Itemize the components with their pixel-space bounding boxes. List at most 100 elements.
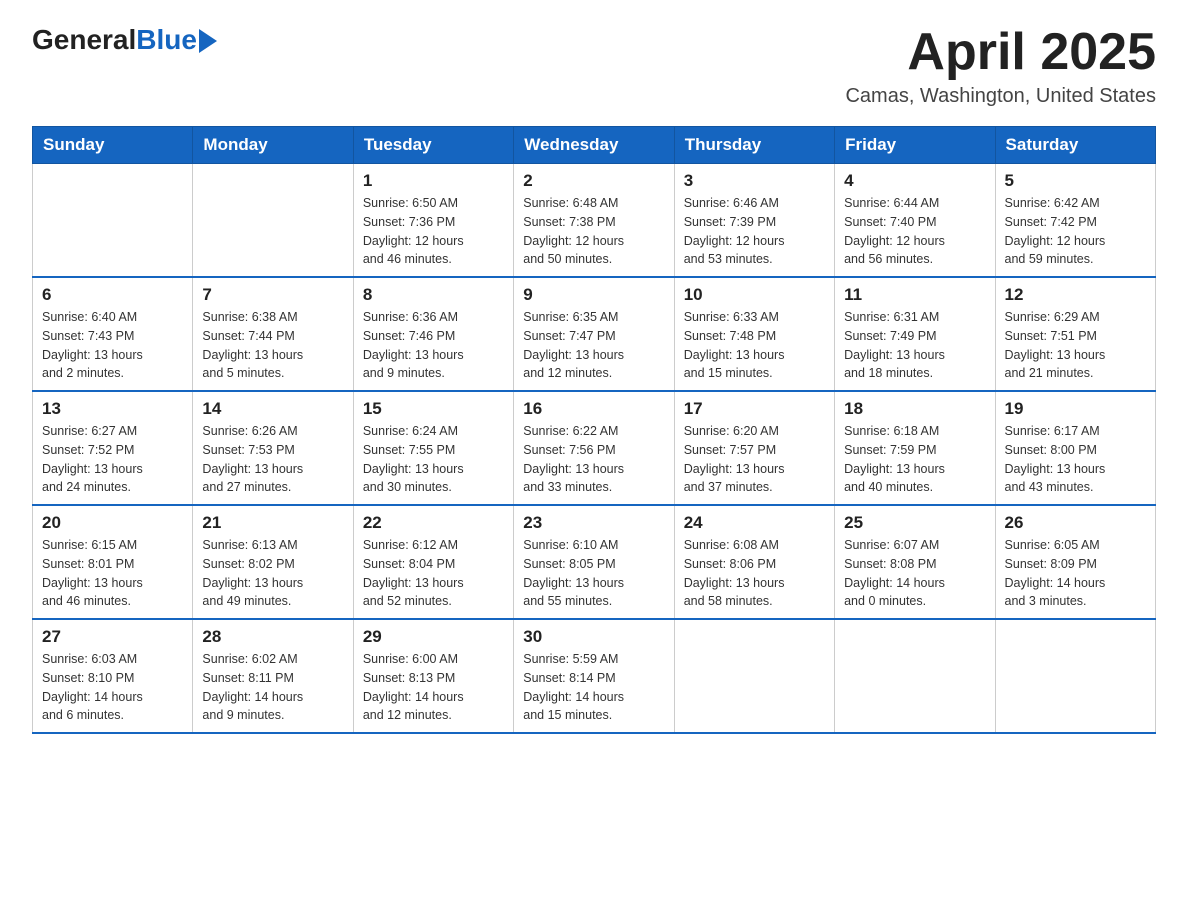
calendar-cell: 8Sunrise: 6:36 AM Sunset: 7:46 PM Daylig… [353,277,513,391]
day-info: Sunrise: 6:50 AM Sunset: 7:36 PM Dayligh… [363,194,504,269]
day-info: Sunrise: 6:42 AM Sunset: 7:42 PM Dayligh… [1005,194,1146,269]
day-info: Sunrise: 6:33 AM Sunset: 7:48 PM Dayligh… [684,308,825,383]
calendar-cell: 13 Sunrise: 6:27 AM Sunset: 7:52 PM Dayli… [33,391,193,505]
day-number: 28 [202,627,343,647]
day-info: Sunrise: 6:18 AM Sunset: 7:59 PM Dayligh… [844,422,985,497]
day-number: 25 [844,513,985,533]
calendar-cell [33,164,193,278]
day-number: 13 [42,399,183,419]
day-info: Sunrise: 6:20 AM Sunset: 7:57 PM Dayligh… [684,422,825,497]
logo: General Blue [32,24,217,56]
calendar-cell: 4 Sunrise: 6:44 AM Sunset: 7:40 PM Daylig… [835,164,995,278]
calendar-week-5: 27 Sunrise: 6:03 AM Sunset: 8:10 PM Dayli… [33,619,1156,733]
page-header: General Blue April 2025 Camas, Washingto… [32,24,1156,108]
calendar-cell: 5 Sunrise: 6:42 AM Sunset: 7:42 PM Daylig… [995,164,1155,278]
calendar-cell: 26 Sunrise: 6:05 AM Sunset: 8:09 PM Dayli… [995,505,1155,619]
calendar-cell: 23Sunrise: 6:10 AM Sunset: 8:05 PM Dayli… [514,505,674,619]
calendar-week-4: 20Sunrise: 6:15 AM Sunset: 8:01 PM Dayli… [33,505,1156,619]
calendar-week-1: 1 Sunrise: 6:50 AM Sunset: 7:36 PM Daylig… [33,164,1156,278]
day-number: 27 [42,627,183,647]
calendar-cell: 18Sunrise: 6:18 AM Sunset: 7:59 PM Dayli… [835,391,995,505]
day-info: Sunrise: 6:05 AM Sunset: 8:09 PM Dayligh… [1005,536,1146,611]
day-number: 9 [523,285,664,305]
calendar-cell: 3 Sunrise: 6:46 AM Sunset: 7:39 PM Daylig… [674,164,834,278]
day-headers-row: SundayMondayTuesdayWednesdayThursdayFrid… [33,127,1156,164]
day-info: Sunrise: 6:03 AM Sunset: 8:10 PM Dayligh… [42,650,183,725]
day-number: 15 [363,399,504,419]
day-info: Sunrise: 6:17 AM Sunset: 8:00 PM Dayligh… [1005,422,1146,497]
calendar-cell: 10 Sunrise: 6:33 AM Sunset: 7:48 PM Dayli… [674,277,834,391]
calendar-cell: 25 Sunrise: 6:07 AM Sunset: 8:08 PM Dayli… [835,505,995,619]
day-info: Sunrise: 6:22 AM Sunset: 7:56 PM Dayligh… [523,422,664,497]
calendar-week-2: 6 Sunrise: 6:40 AM Sunset: 7:43 PM Daylig… [33,277,1156,391]
day-of-week-friday: Friday [835,127,995,164]
calendar-cell [674,619,834,733]
day-number: 29 [363,627,504,647]
day-info: Sunrise: 6:27 AM Sunset: 7:52 PM Dayligh… [42,422,183,497]
day-info: Sunrise: 6:35 AM Sunset: 7:47 PM Dayligh… [523,308,664,383]
calendar-cell: 22Sunrise: 6:12 AM Sunset: 8:04 PM Dayli… [353,505,513,619]
logo-general-text: General [32,24,136,56]
calendar-cell: 6 Sunrise: 6:40 AM Sunset: 7:43 PM Daylig… [33,277,193,391]
day-info: Sunrise: 6:12 AM Sunset: 8:04 PM Dayligh… [363,536,504,611]
day-info: Sunrise: 6:00 AM Sunset: 8:13 PM Dayligh… [363,650,504,725]
day-number: 10 [684,285,825,305]
day-info: Sunrise: 6:26 AM Sunset: 7:53 PM Dayligh… [202,422,343,497]
day-info: Sunrise: 6:07 AM Sunset: 8:08 PM Dayligh… [844,536,985,611]
day-of-week-sunday: Sunday [33,127,193,164]
day-number: 30 [523,627,664,647]
day-number: 5 [1005,171,1146,191]
calendar-cell: 15 Sunrise: 6:24 AM Sunset: 7:55 PM Dayli… [353,391,513,505]
day-of-week-thursday: Thursday [674,127,834,164]
page-title: April 2025 [845,24,1156,81]
calendar-cell: 24Sunrise: 6:08 AM Sunset: 8:06 PM Dayli… [674,505,834,619]
calendar-cell [995,619,1155,733]
day-number: 2 [523,171,664,191]
calendar-cell: 19Sunrise: 6:17 AM Sunset: 8:00 PM Dayli… [995,391,1155,505]
day-number: 3 [684,171,825,191]
calendar-week-3: 13 Sunrise: 6:27 AM Sunset: 7:52 PM Dayli… [33,391,1156,505]
day-number: 21 [202,513,343,533]
day-of-week-saturday: Saturday [995,127,1155,164]
calendar-cell: 29 Sunrise: 6:00 AM Sunset: 8:13 PM Dayli… [353,619,513,733]
day-number: 16 [523,399,664,419]
day-info: Sunrise: 6:46 AM Sunset: 7:39 PM Dayligh… [684,194,825,269]
calendar-cell: 7 Sunrise: 6:38 AM Sunset: 7:44 PM Daylig… [193,277,353,391]
day-number: 1 [363,171,504,191]
day-info: Sunrise: 6:36 AM Sunset: 7:46 PM Dayligh… [363,308,504,383]
day-info: Sunrise: 6:31 AM Sunset: 7:49 PM Dayligh… [844,308,985,383]
day-info: Sunrise: 6:24 AM Sunset: 7:55 PM Dayligh… [363,422,504,497]
calendar-table: SundayMondayTuesdayWednesdayThursdayFrid… [32,126,1156,734]
day-number: 20 [42,513,183,533]
calendar-cell: 1 Sunrise: 6:50 AM Sunset: 7:36 PM Daylig… [353,164,513,278]
calendar-cell [193,164,353,278]
calendar-cell: 30 Sunrise: 5:59 AM Sunset: 8:14 PM Dayli… [514,619,674,733]
day-number: 14 [202,399,343,419]
day-number: 4 [844,171,985,191]
day-info: Sunrise: 6:29 AM Sunset: 7:51 PM Dayligh… [1005,308,1146,383]
day-info: Sunrise: 5:59 AM Sunset: 8:14 PM Dayligh… [523,650,664,725]
day-number: 26 [1005,513,1146,533]
calendar-cell: 11 Sunrise: 6:31 AM Sunset: 7:49 PM Dayli… [835,277,995,391]
day-of-week-wednesday: Wednesday [514,127,674,164]
calendar-cell: 21 Sunrise: 6:13 AM Sunset: 8:02 PM Dayli… [193,505,353,619]
day-number: 6 [42,285,183,305]
calendar-cell: 17Sunrise: 6:20 AM Sunset: 7:57 PM Dayli… [674,391,834,505]
day-number: 12 [1005,285,1146,305]
logo-triangle-icon [199,29,217,53]
day-info: Sunrise: 6:02 AM Sunset: 8:11 PM Dayligh… [202,650,343,725]
calendar-cell: 2Sunrise: 6:48 AM Sunset: 7:38 PM Daylig… [514,164,674,278]
title-block: April 2025 Camas, Washington, United Sta… [845,24,1156,108]
day-number: 7 [202,285,343,305]
day-info: Sunrise: 6:38 AM Sunset: 7:44 PM Dayligh… [202,308,343,383]
calendar-cell [835,619,995,733]
calendar-body: 1 Sunrise: 6:50 AM Sunset: 7:36 PM Daylig… [33,164,1156,734]
day-number: 23 [523,513,664,533]
day-of-week-monday: Monday [193,127,353,164]
day-number: 24 [684,513,825,533]
day-info: Sunrise: 6:13 AM Sunset: 8:02 PM Dayligh… [202,536,343,611]
day-number: 11 [844,285,985,305]
day-info: Sunrise: 6:44 AM Sunset: 7:40 PM Dayligh… [844,194,985,269]
calendar-cell: 16 Sunrise: 6:22 AM Sunset: 7:56 PM Dayli… [514,391,674,505]
day-info: Sunrise: 6:40 AM Sunset: 7:43 PM Dayligh… [42,308,183,383]
